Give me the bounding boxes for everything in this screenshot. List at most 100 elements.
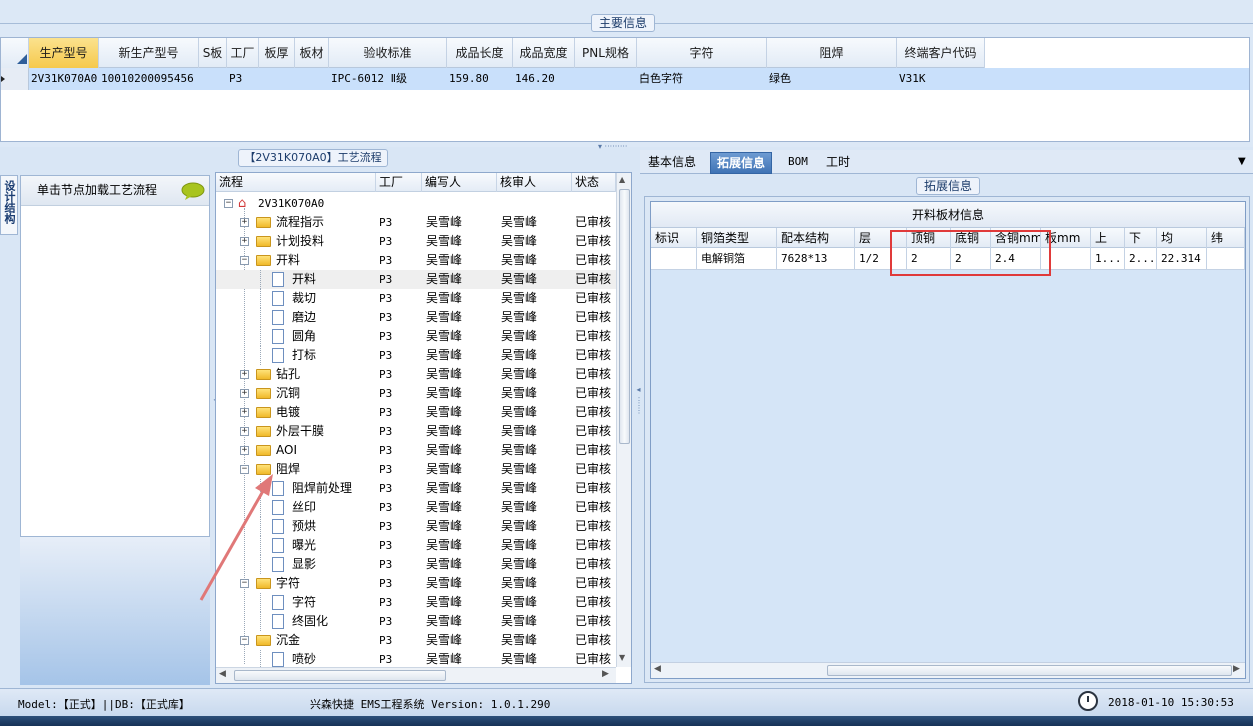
- column-header[interactable]: 工厂: [376, 173, 422, 192]
- table-cell[interactable]: [295, 68, 329, 90]
- column-header[interactable]: 阻焊: [767, 38, 897, 68]
- column-header[interactable]: 标识: [651, 228, 697, 248]
- column-header[interactable]: 板材: [295, 38, 329, 68]
- material-grid-scrollbar[interactable]: ◀ ▶: [651, 662, 1245, 678]
- table-cell[interactable]: 159.80: [447, 68, 513, 90]
- column-header[interactable]: 终端客户代码: [897, 38, 985, 68]
- scroll-down-icon[interactable]: ▼: [619, 653, 625, 662]
- tab-extended-info[interactable]: 拓展信息: [710, 152, 773, 174]
- table-cell[interactable]: 2...: [1125, 248, 1157, 270]
- tab-bom[interactable]: BOM: [782, 152, 814, 174]
- scroll-right-icon[interactable]: ▶: [602, 669, 609, 679]
- tab-dropdown-icon[interactable]: ▼: [1232, 152, 1252, 174]
- tree-node[interactable]: 终固化 P3 吴雪峰 吴雪峰 已审核: [216, 612, 616, 631]
- scroll-left-icon[interactable]: ◀: [654, 664, 661, 674]
- table-cell[interactable]: [259, 68, 295, 90]
- table-cell[interactable]: 白色字符: [637, 68, 767, 90]
- column-header[interactable]: 纬: [1207, 228, 1245, 248]
- column-header[interactable]: 下: [1125, 228, 1157, 248]
- table-cell[interactable]: 1...: [1091, 248, 1125, 270]
- column-header[interactable]: 新生产型号: [99, 38, 199, 68]
- column-header[interactable]: 工厂: [227, 38, 259, 68]
- reviewer-cell: 吴雪峰: [501, 481, 538, 495]
- tab-basic-info[interactable]: 基本信息: [642, 152, 702, 174]
- column-header[interactable]: S板: [199, 38, 227, 68]
- collapse-icon[interactable]: −: [224, 199, 233, 208]
- column-header[interactable]: 成品宽度: [513, 38, 575, 68]
- tree-node[interactable]: 磨边 P3 吴雪峰 吴雪峰 已审核: [216, 308, 616, 327]
- tree-node-root[interactable]: − ⌂ 2V31K070A0: [216, 194, 616, 213]
- middle-splitter-handle[interactable]: ◂ ·······: [634, 385, 643, 414]
- table-cell[interactable]: [199, 68, 227, 90]
- tree-node[interactable]: + 计划投料 P3 吴雪峰 吴雪峰 已审核: [216, 232, 616, 251]
- tree-node[interactable]: + 钻孔 P3 吴雪峰 吴雪峰 已审核: [216, 365, 616, 384]
- h-scroll-thumb[interactable]: [827, 665, 1232, 676]
- table-cell[interactable]: 22.314: [1157, 248, 1207, 270]
- tree-node[interactable]: 打标 P3 吴雪峰 吴雪峰 已审核: [216, 346, 616, 365]
- table-cell[interactable]: IPC-6012 Ⅱ级: [329, 68, 447, 90]
- table-cell[interactable]: [651, 248, 697, 270]
- collapse-icon[interactable]: −: [240, 636, 249, 645]
- table-cell[interactable]: 146.20: [513, 68, 575, 90]
- expand-icon[interactable]: +: [240, 370, 249, 379]
- scroll-thumb[interactable]: [619, 189, 630, 444]
- column-header[interactable]: 铜箔类型: [697, 228, 777, 248]
- expand-icon[interactable]: +: [240, 427, 249, 436]
- table-cell[interactable]: [575, 68, 637, 90]
- tree-node[interactable]: + AOI P3 吴雪峰 吴雪峰 已审核: [216, 441, 616, 460]
- node-panel-header[interactable]: 单击节点加载工艺流程: [21, 176, 209, 206]
- taskbar: [0, 716, 1253, 726]
- splitter-handle[interactable]: ▾ ·········: [598, 142, 627, 151]
- tree-node[interactable]: + 沉铜 P3 吴雪峰 吴雪峰 已审核: [216, 384, 616, 403]
- tree-node[interactable]: − 沉金 P3 吴雪峰 吴雪峰 已审核: [216, 631, 616, 650]
- expand-icon[interactable]: +: [240, 389, 249, 398]
- table-cell[interactable]: 10010200095456: [99, 68, 199, 90]
- tree-horizontal-scrollbar[interactable]: ◀ ▶: [216, 667, 616, 683]
- table-cell[interactable]: P3: [227, 68, 259, 90]
- column-header[interactable]: 验收标准: [329, 38, 447, 68]
- tree-node[interactable]: 裁切 P3 吴雪峰 吴雪峰 已审核: [216, 289, 616, 308]
- table-cell[interactable]: 绿色: [767, 68, 897, 90]
- column-header[interactable]: 上: [1091, 228, 1125, 248]
- tree-node-label: 电镀: [276, 405, 301, 419]
- tree-node[interactable]: + 流程指示 P3 吴雪峰 吴雪峰 已审核: [216, 213, 616, 232]
- column-header[interactable]: 均: [1157, 228, 1207, 248]
- column-header[interactable]: 状态: [572, 173, 616, 192]
- tree-node[interactable]: 圆角 P3 吴雪峰 吴雪峰 已审核: [216, 327, 616, 346]
- tree-node[interactable]: + 电镀 P3 吴雪峰 吴雪峰 已审核: [216, 403, 616, 422]
- column-header[interactable]: 字符: [637, 38, 767, 68]
- column-header[interactable]: PNL规格: [575, 38, 637, 68]
- row-indicator[interactable]: [1, 68, 29, 90]
- expand-icon[interactable]: +: [240, 446, 249, 455]
- main-info-grid[interactable]: 生产型号 新生产型号 S板 工厂 板厚 板材 验收标准 成品长度 成品宽度 PNL规格 字符 阻焊 终端…: [0, 37, 1250, 142]
- table-cell[interactable]: 2V31K070A0: [29, 68, 99, 90]
- column-header[interactable]: 生产型号: [29, 38, 99, 68]
- expand-icon[interactable]: +: [240, 218, 249, 227]
- writer-cell: 吴雪峰: [426, 329, 463, 343]
- table-cell[interactable]: V31K: [897, 68, 985, 90]
- tree-node[interactable]: 开料 P3 吴雪峰 吴雪峰 已审核: [216, 270, 616, 289]
- collapse-icon[interactable]: −: [240, 256, 249, 265]
- tree-node[interactable]: + 外层干膜 P3 吴雪峰 吴雪峰 已审核: [216, 422, 616, 441]
- scroll-right-icon[interactable]: ▶: [1233, 664, 1240, 674]
- tree-vertical-scrollbar[interactable]: ▲ ▼: [616, 173, 631, 667]
- scroll-up-icon[interactable]: ▲: [619, 175, 625, 184]
- h-scroll-thumb[interactable]: [234, 670, 446, 681]
- table-cell[interactable]: [1207, 248, 1245, 270]
- tree-node[interactable]: − 开料 P3 吴雪峰 吴雪峰 已审核: [216, 251, 616, 270]
- table-cell[interactable]: 7628*13: [777, 248, 855, 270]
- column-header[interactable]: 成品长度: [447, 38, 513, 68]
- column-header[interactable]: 编写人: [422, 173, 497, 192]
- column-header[interactable]: 核审人: [497, 173, 572, 192]
- scroll-left-icon[interactable]: ◀: [219, 669, 226, 679]
- tab-work-hours[interactable]: 工时: [820, 152, 856, 174]
- status-cell: 已审核: [575, 253, 612, 267]
- column-header[interactable]: 配本结构: [777, 228, 855, 248]
- column-header[interactable]: 流程: [216, 173, 376, 192]
- column-header[interactable]: 板厚: [259, 38, 295, 68]
- expand-icon[interactable]: +: [240, 408, 249, 417]
- table-row[interactable]: 2V31K070A0 10010200095456 P3 IPC-6012 Ⅱ级 159…: [29, 68, 1249, 90]
- tab-design-structure[interactable]: 设计结构: [0, 175, 18, 235]
- table-cell[interactable]: 电解铜箔: [697, 248, 777, 270]
- expand-icon[interactable]: +: [240, 237, 249, 246]
